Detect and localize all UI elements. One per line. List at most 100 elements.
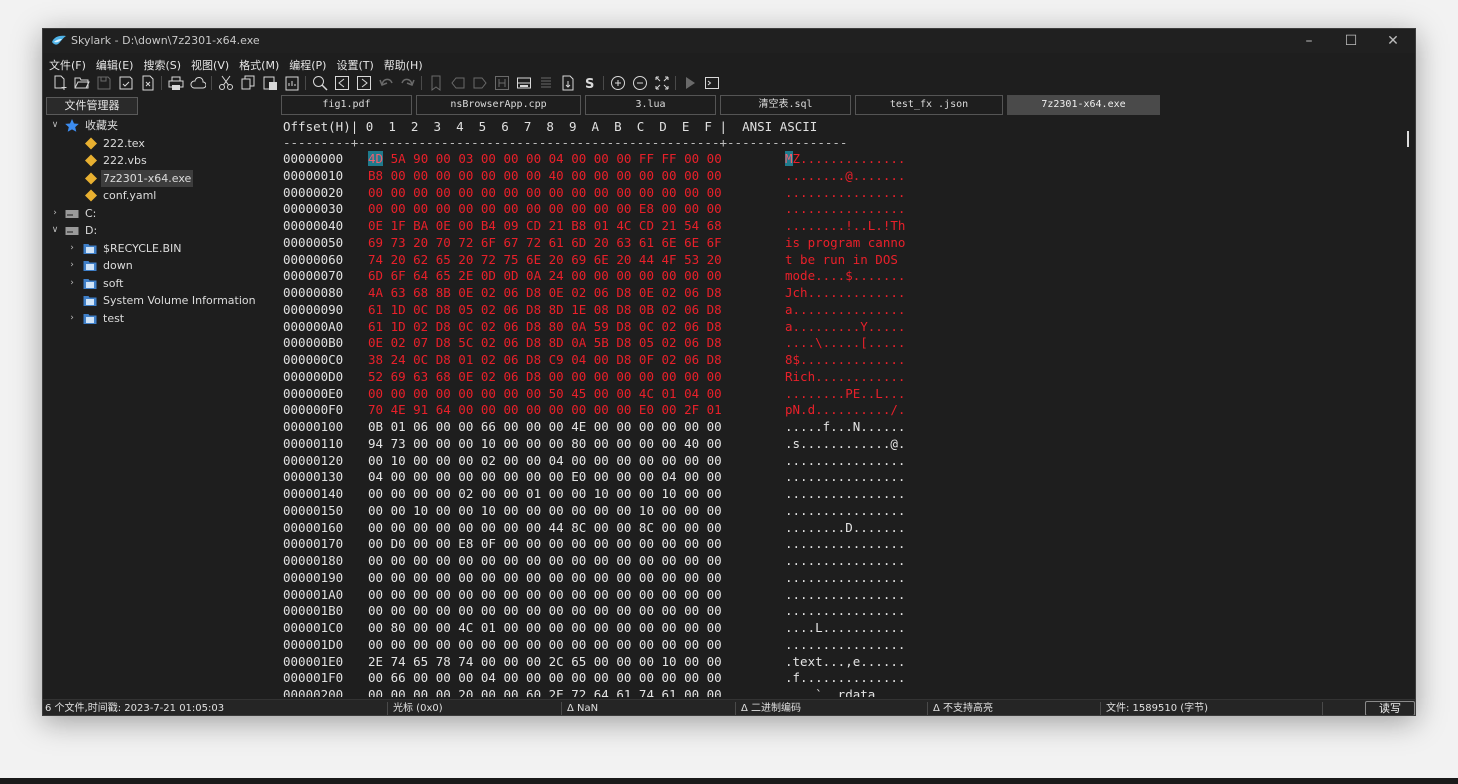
chevron-right-icon[interactable]: › xyxy=(67,275,77,292)
hex-ascii[interactable]: a.........Y..... xyxy=(785,319,905,336)
terminal-button[interactable] xyxy=(703,74,721,92)
hex-bytes[interactable]: 00 00 00 00 00 00 00 00 00 00 00 00 00 0… xyxy=(368,185,722,202)
zoom-out-button[interactable] xyxy=(631,74,649,92)
hex-bytes[interactable]: 4A 63 68 8B 0E 02 06 D8 0E 02 06 D8 0E 0… xyxy=(368,285,722,302)
open-button[interactable] xyxy=(73,74,91,92)
hex-bytes[interactable]: 00 00 00 00 00 00 00 00 00 00 00 00 00 0… xyxy=(368,637,722,654)
hex-ascii[interactable]: a............... xyxy=(785,302,905,319)
find-next-button[interactable] xyxy=(355,74,373,92)
status-encoding[interactable]: Δ 二进制编码 xyxy=(741,700,801,715)
hex-bytes[interactable]: 00 00 00 00 00 00 00 00 00 00 00 00 00 0… xyxy=(368,587,722,604)
hex-ascii[interactable]: ....` .rdata.... xyxy=(785,687,905,697)
hex-bytes[interactable]: 0E 1F BA 0E 00 B4 09 CD 21 B8 01 4C CD 2… xyxy=(368,218,722,235)
redo-button[interactable] xyxy=(399,74,417,92)
close-file-button[interactable] xyxy=(139,74,157,92)
chevron-down-icon[interactable]: ∨ xyxy=(50,117,60,134)
hex-bytes[interactable]: B8 00 00 00 00 00 00 00 40 00 00 00 00 0… xyxy=(368,168,722,185)
tab-clear-table-sql[interactable]: 清空表.sql xyxy=(720,95,851,115)
hex-ascii[interactable]: mode....$....... xyxy=(785,268,905,285)
find-button[interactable] xyxy=(311,74,329,92)
print-button[interactable] xyxy=(167,74,185,92)
fullscreen-button[interactable] xyxy=(653,74,671,92)
hex-bytes[interactable]: 00 00 00 00 00 00 00 00 00 00 00 00 00 0… xyxy=(368,570,722,587)
new-file-button[interactable] xyxy=(51,74,69,92)
bookmark-next-button[interactable] xyxy=(471,74,489,92)
hex-view-button[interactable] xyxy=(493,74,511,92)
hex-bytes[interactable]: 94 73 00 00 00 10 00 00 00 80 00 00 00 0… xyxy=(368,436,722,453)
tab-test-fx-json[interactable]: test_fx .json xyxy=(855,95,1003,115)
hex-ascii[interactable]: t be run in DOS xyxy=(785,252,905,269)
hex-ascii[interactable]: pN.d........../. xyxy=(785,402,905,419)
zoom-in-button[interactable] xyxy=(609,74,627,92)
hex-ascii[interactable]: is program canno xyxy=(785,235,905,252)
cloud-button[interactable] xyxy=(189,74,207,92)
undo-button[interactable] xyxy=(377,74,395,92)
status-nan[interactable]: Δ NaN xyxy=(567,700,598,715)
hex-bytes[interactable]: 00 00 10 00 00 10 00 00 00 00 00 00 10 0… xyxy=(368,503,722,520)
file-manager-button[interactable]: 文件管理器 xyxy=(46,97,138,115)
hex-bytes[interactable]: 00 00 00 00 02 00 00 01 00 00 10 00 00 1… xyxy=(368,486,722,503)
hex-ascii[interactable]: .f.............. xyxy=(785,670,905,687)
hex-ascii[interactable]: ........D....... xyxy=(785,520,905,537)
maximize-button[interactable]: ☐ xyxy=(1331,29,1371,53)
minimize-button[interactable]: – xyxy=(1289,29,1329,53)
hex-ascii[interactable]: ................ xyxy=(785,536,905,553)
hex-bytes[interactable]: 2E 74 65 78 74 00 00 00 2C 65 00 00 00 1… xyxy=(368,654,722,671)
read-write-button[interactable]: 读写 xyxy=(1365,701,1415,715)
hex-bytes[interactable]: 4D 5A 90 00 03 00 00 00 04 00 00 00 FF F… xyxy=(368,151,722,168)
hex-ascii[interactable]: Jch............. xyxy=(785,285,905,302)
hex-bytes[interactable]: 00 00 00 00 00 00 00 00 00 00 00 00 00 0… xyxy=(368,553,722,570)
scrollbar-thumb[interactable] xyxy=(1407,131,1409,147)
hex-ascii[interactable]: ................ xyxy=(785,570,905,587)
bookmark-prev-button[interactable] xyxy=(449,74,467,92)
save-all-button[interactable] xyxy=(117,74,135,92)
hex-bytes[interactable]: 00 00 00 00 00 00 00 00 50 45 00 00 4C 0… xyxy=(368,386,722,403)
hex-bytes[interactable]: 00 00 00 00 00 00 00 00 00 00 00 00 00 0… xyxy=(368,603,722,620)
run-button[interactable] xyxy=(681,74,699,92)
hex-ascii[interactable]: ................ xyxy=(785,486,905,503)
clipboard-button[interactable] xyxy=(283,74,301,92)
chevron-right-icon[interactable]: › xyxy=(67,240,77,257)
hex-bytes[interactable]: 61 1D 0C D8 05 02 06 D8 8D 1E 08 D8 0B 0… xyxy=(368,302,722,319)
hex-bytes[interactable]: 70 4E 91 64 00 00 00 00 00 00 00 00 E0 0… xyxy=(368,402,722,419)
hex-bytes[interactable]: 00 10 00 00 00 02 00 00 04 00 00 00 00 0… xyxy=(368,453,722,470)
hex-ascii[interactable]: ................ xyxy=(785,587,905,604)
hex-ascii[interactable]: .....f...N...... xyxy=(785,419,905,436)
hex-ascii[interactable]: ................ xyxy=(785,185,905,202)
find-prev-button[interactable] xyxy=(333,74,351,92)
hex-bytes[interactable]: 00 00 00 00 20 00 00 60 2E 72 64 61 74 6… xyxy=(368,687,722,697)
hex-bytes[interactable]: 00 00 00 00 00 00 00 00 00 00 00 00 E8 0… xyxy=(368,201,722,218)
hex-bytes[interactable]: 74 20 62 65 20 72 75 6E 20 69 6E 20 44 4… xyxy=(368,252,722,269)
hex-bytes[interactable]: 00 D0 00 00 E8 0F 00 00 00 00 00 00 00 0… xyxy=(368,536,722,553)
hex-bytes[interactable]: 00 66 00 00 00 04 00 00 00 00 00 00 00 0… xyxy=(368,670,722,687)
tab-nsbrowserapp-cpp[interactable]: nsBrowserApp.cpp xyxy=(416,95,581,115)
hex-bytes[interactable]: 52 69 63 68 0E 02 06 D8 00 00 00 00 00 0… xyxy=(368,369,722,386)
bookmark-button[interactable] xyxy=(427,74,445,92)
hex-ascii[interactable]: ........!..L.!Th xyxy=(785,218,905,235)
hex-ascii[interactable]: ........@....... xyxy=(785,168,905,185)
tab-7z2301-x64-exe[interactable]: 7z2301-x64.exe xyxy=(1007,95,1160,115)
hex-ascii[interactable]: .s............@. xyxy=(785,436,905,453)
tab-fig1-pdf[interactable]: fig1.pdf xyxy=(281,95,412,115)
hex-ascii[interactable]: ................ xyxy=(785,603,905,620)
hex-ascii[interactable]: ....\.....[..... xyxy=(785,335,905,352)
hex-ascii[interactable]: ................ xyxy=(785,469,905,486)
file-info-button[interactable] xyxy=(559,74,577,92)
hex-ascii[interactable]: .text...,e...... xyxy=(785,654,905,671)
title-bar[interactable]: Skylark - D:\down\7z2301-x64.exe – ☐ ✕ xyxy=(43,29,1415,53)
copy-button[interactable] xyxy=(239,74,257,92)
hex-bytes[interactable]: 04 00 00 00 00 00 00 00 00 E0 00 00 00 0… xyxy=(368,469,722,486)
hex-bytes[interactable]: 6D 6F 64 65 2E 0D 0D 0A 24 00 00 00 00 0… xyxy=(368,268,722,285)
hex-bytes[interactable]: 61 1D 02 D8 0C 02 06 D8 80 0A 59 D8 0C 0… xyxy=(368,319,722,336)
hex-bytes[interactable]: 0B 01 06 00 00 66 00 00 00 4E 00 00 00 0… xyxy=(368,419,722,436)
hex-ascii[interactable]: ........PE..L... xyxy=(785,386,905,403)
hex-bytes[interactable]: 38 24 0C D8 01 02 06 D8 C9 04 00 D8 0F 0… xyxy=(368,352,722,369)
chevron-right-icon[interactable]: › xyxy=(67,310,77,327)
hex-ascii[interactable]: ....L........... xyxy=(785,620,905,637)
hex-ascii[interactable]: ................ xyxy=(785,503,905,520)
hex-ascii[interactable]: Rich............ xyxy=(785,369,905,386)
hex-ascii[interactable]: ................ xyxy=(785,553,905,570)
collapse-button[interactable] xyxy=(515,74,533,92)
list-button[interactable] xyxy=(537,74,555,92)
hex-ascii[interactable]: ................ xyxy=(785,453,905,470)
